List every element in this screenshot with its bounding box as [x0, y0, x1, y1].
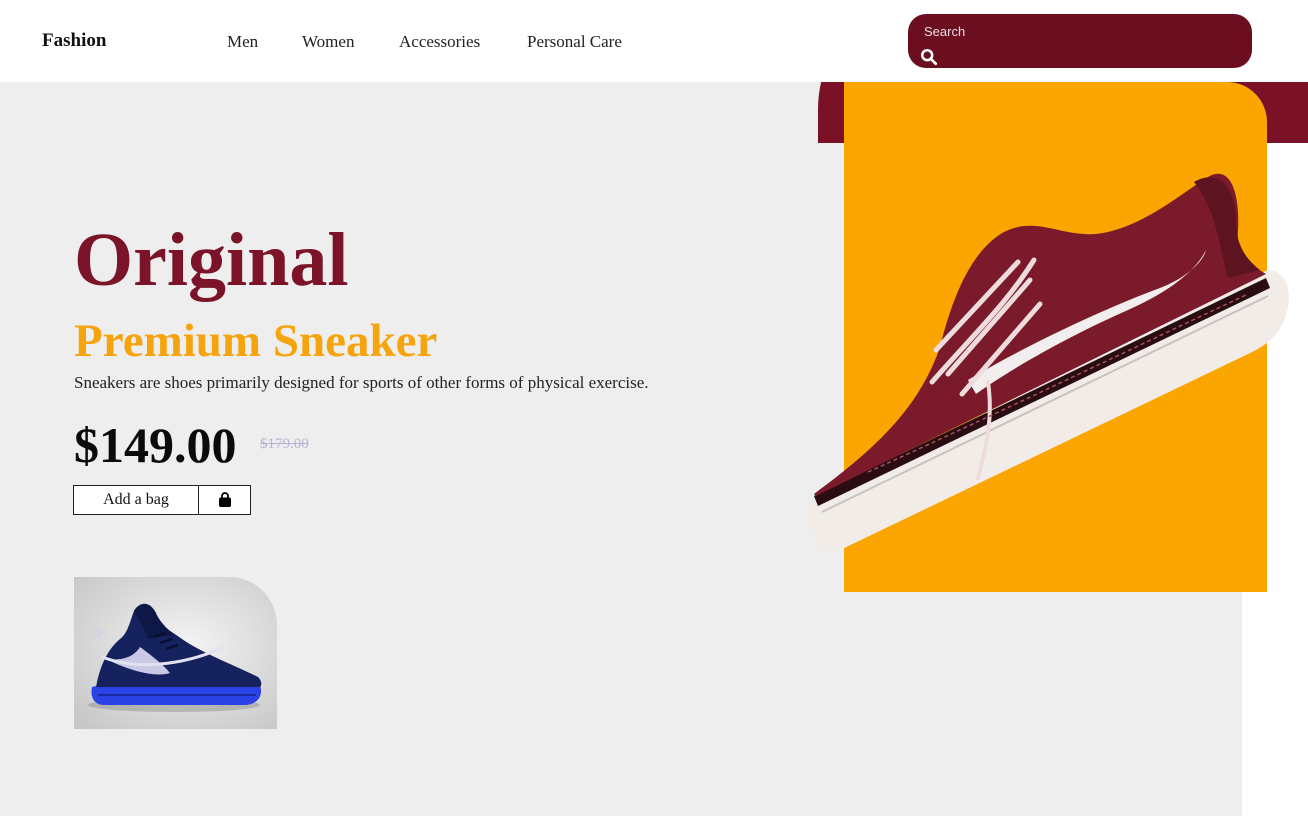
search-icon[interactable] [920, 48, 938, 66]
bag-button[interactable] [198, 485, 251, 515]
hero-subtitle: Premium Sneaker [74, 315, 438, 367]
search-input[interactable]: Search [908, 14, 1252, 68]
nav-link-men[interactable]: Men [227, 32, 258, 52]
product-thumbnail[interactable] [74, 577, 277, 729]
brand-logo[interactable]: Fashion [42, 30, 106, 52]
nav-link-women[interactable]: Women [302, 32, 354, 52]
nav-link-accessories[interactable]: Accessories [399, 32, 480, 52]
current-price: $149.00 [74, 417, 237, 473]
add-to-bag-button[interactable]: Add a bag [73, 485, 199, 515]
maroon-sneaker-image [810, 173, 1289, 554]
cart-menu-icon[interactable] [1254, 15, 1292, 37]
hero-description: Sneakers are shoes primarily designed fo… [74, 373, 649, 392]
hero-product-image [808, 82, 1293, 592]
hero-title: Original [74, 218, 349, 302]
nav-link-personal-care[interactable]: Personal Care [527, 32, 622, 52]
search-label: Search [924, 24, 966, 39]
shopping-bag-icon [218, 492, 231, 507]
original-price: $179.00 [260, 436, 309, 452]
blue-sneaker-image [88, 603, 262, 712]
